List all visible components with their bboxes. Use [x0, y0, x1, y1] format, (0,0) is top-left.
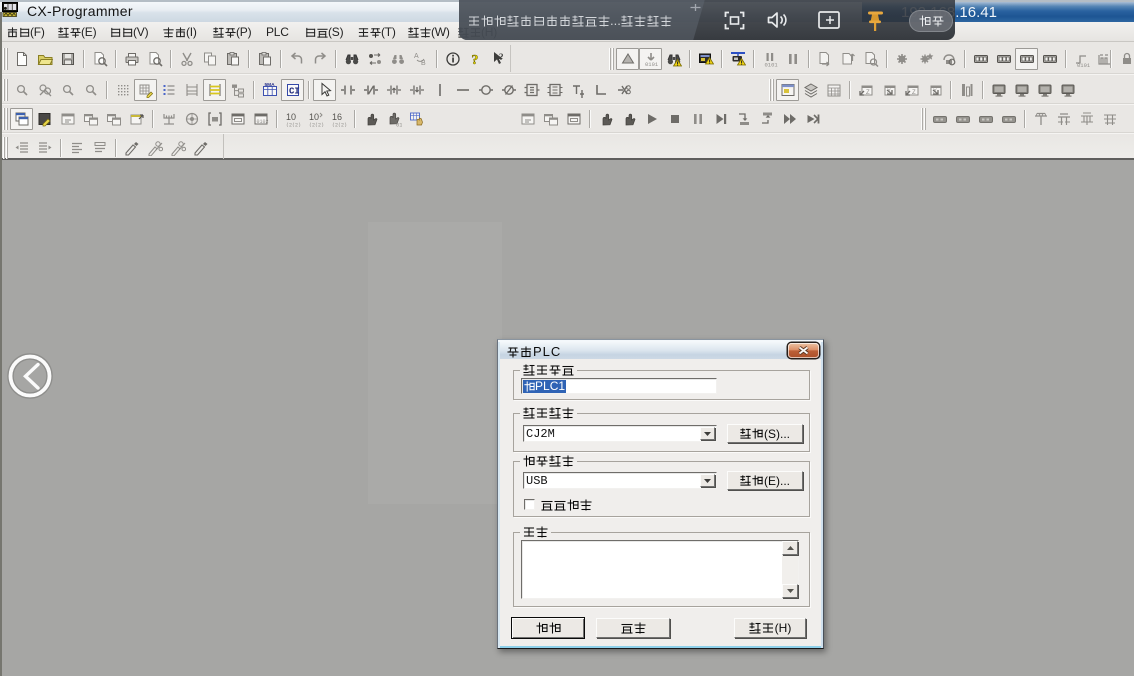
svg-text:A: A [414, 53, 419, 60]
svg-text:0101: 0101 [1077, 62, 1090, 67]
svg-text:X: X [933, 89, 937, 95]
svg-text:0101: 0101 [645, 61, 659, 67]
svg-text:16: 16 [332, 112, 342, 122]
svg-text:(2(2): (2(2) [286, 123, 301, 128]
svg-text:X: X [887, 89, 891, 95]
svg-text:0101: 0101 [764, 62, 778, 68]
svg-text:5MA: 5MA [264, 82, 275, 88]
svg-text:10: 10 [309, 112, 319, 122]
svg-text:?: ? [471, 53, 478, 67]
svg-text:01: 01 [396, 122, 402, 128]
svg-text:?: ? [499, 52, 504, 62]
svg-text:0102: 0102 [256, 119, 268, 125]
svg-text:Z: Z [866, 90, 870, 96]
svg-text:10: 10 [286, 112, 296, 122]
svg-text:(2(2): (2(2) [332, 123, 347, 128]
svg-text:CI: CI [289, 87, 300, 97]
svg-text:Z: Z [912, 90, 916, 96]
svg-text:(2(2): (2(2) [309, 123, 324, 128]
